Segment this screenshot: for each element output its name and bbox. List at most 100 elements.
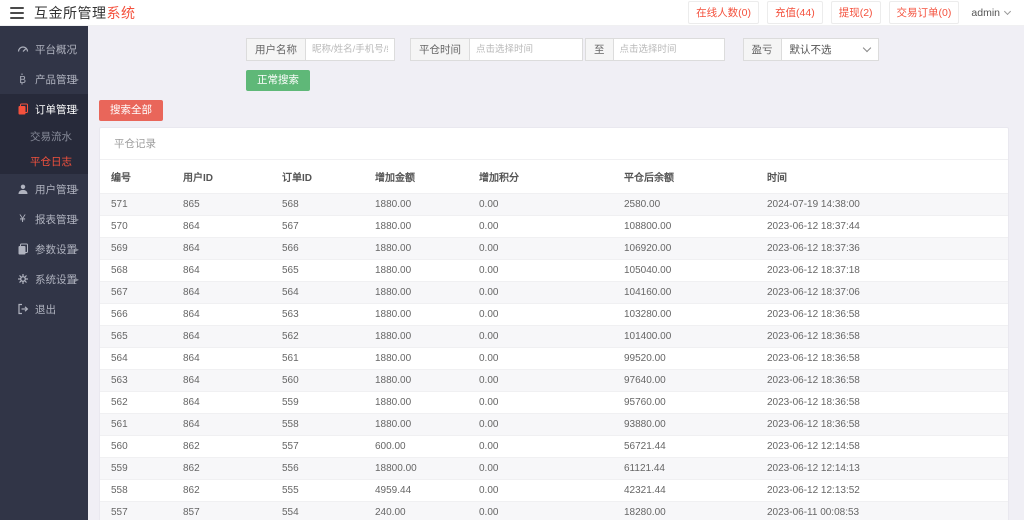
table-cell: 103280.00: [613, 303, 756, 326]
table-row: 567 864 564 1880.00 0.00 104160.00 2023-06-12 …: [100, 281, 1008, 304]
table-cell: 18280.00: [613, 501, 756, 520]
table-cell: 568: [100, 259, 172, 282]
sidebar-item-label: 报表管理: [35, 213, 77, 226]
table-cell: 558: [100, 479, 172, 502]
sidebar-item-order-management[interactable]: 订单管理 ▸: [0, 94, 88, 124]
table-cell: 857: [172, 501, 271, 520]
chevron-right-icon: ▸: [74, 74, 79, 84]
table-cell: 2023-06-12 18:36:58: [756, 391, 1008, 414]
table-cell: 568: [271, 193, 364, 216]
table-cell: 569: [100, 237, 172, 260]
table-cell: 1880.00: [364, 259, 468, 282]
order-management-submenu: 交易流水 平仓日志: [0, 124, 88, 174]
online-users-link[interactable]: 在线人数(0): [688, 1, 760, 24]
sidebar-item-label: 参数设置: [35, 243, 77, 256]
table-row: 566 864 563 1880.00 0.00 103280.00 2023-06-12 …: [100, 303, 1008, 326]
hamburger-menu-icon[interactable]: [10, 6, 24, 19]
yen-icon: ¥: [19, 212, 26, 225]
close-time-start-group: 平仓时间: [410, 38, 583, 61]
table-cell: 561: [100, 413, 172, 436]
table-cell: 570: [100, 215, 172, 238]
table-cell: 560: [100, 435, 172, 458]
sidebar-item-report-management[interactable]: ¥ 报表管理 ▸: [0, 204, 88, 234]
table-cell: 600.00: [364, 435, 468, 458]
table-cell: 2023-06-12 18:36:58: [756, 303, 1008, 326]
table-cell: 557: [271, 435, 364, 458]
sidebar-item-label: 退出: [35, 303, 56, 316]
table-cell: 101400.00: [613, 325, 756, 348]
close-log-table: 编号 用户ID 订单ID 增加金额 增加积分 平仓后余额 时间 571 865 568 1880.…: [100, 160, 1008, 520]
sidebar-subitem-trade-flow[interactable]: 交易流水: [0, 124, 88, 149]
table-cell: 108800.00: [613, 215, 756, 238]
table-row: 563 864 560 1880.00 0.00 97640.00 2023-06-12 1…: [100, 369, 1008, 392]
sidebar-item-user-management[interactable]: 用户管理 ▸: [0, 174, 88, 204]
table-cell: 1880.00: [364, 325, 468, 348]
table-cell: 0.00: [468, 391, 613, 414]
sidebar-item-parameter-settings[interactable]: 参数设置 ▸: [0, 234, 88, 264]
recharge-link[interactable]: 充值(44): [767, 1, 823, 24]
sidebar-item-platform-overview[interactable]: 平台概况: [0, 34, 88, 64]
sidebar-item-label: 平台概况: [35, 43, 77, 56]
svg-text:B: B: [19, 75, 26, 85]
table-row: 559 862 556 18800.00 0.00 61121.44 2023-06-12 …: [100, 457, 1008, 480]
table-cell: 0.00: [468, 215, 613, 238]
sidebar-item-product-management[interactable]: B 产品管理 ▸: [0, 64, 88, 94]
sidebar-item-label: 订单管理: [35, 103, 77, 116]
table-cell: 2023-06-12 18:37:06: [756, 281, 1008, 304]
table-cell: 567: [271, 215, 364, 238]
table-cell: 2023-06-12 18:36:58: [756, 325, 1008, 348]
table-cell: 1880.00: [364, 391, 468, 414]
table-cell: 558: [271, 413, 364, 436]
table-cell: 554: [271, 501, 364, 520]
table-row: 571 865 568 1880.00 0.00 2580.00 2024-07-19 14…: [100, 193, 1008, 216]
filter-row: 用户名称 平仓时间 至 盈亏 默认不选: [246, 38, 1024, 61]
column-header: 编号: [100, 160, 172, 194]
close-log-panel: 平仓记录 编号 用户ID 订单ID 增加金额 增加积分 平仓后余额 时间 571 865 568…: [99, 127, 1009, 520]
table-cell: 560: [271, 369, 364, 392]
table-cell: 561: [271, 347, 364, 370]
withdraw-link[interactable]: 提现(2): [830, 1, 881, 24]
close-time-label: 平仓时间: [410, 38, 469, 61]
admin-dropdown[interactable]: admin: [967, 7, 1014, 19]
normal-search-button[interactable]: 正常搜索: [246, 70, 310, 91]
logout-icon: [16, 303, 29, 315]
table-cell: 1880.00: [364, 237, 468, 260]
column-header: 订单ID: [271, 160, 364, 194]
table-cell: 4959.44: [364, 479, 468, 502]
table-cell: 864: [172, 413, 271, 436]
table-cell: 555: [271, 479, 364, 502]
table-cell: 2023-06-12 18:36:58: [756, 413, 1008, 436]
trade-orders-link[interactable]: 交易订单(0): [888, 1, 960, 24]
table-header: 编号 用户ID 订单ID 增加金额 增加积分 平仓后余额 时间: [100, 160, 1008, 194]
sidebar-subitem-label: 交易流水: [30, 131, 72, 143]
table-cell: 0.00: [468, 325, 613, 348]
profit-select[interactable]: 默认不选: [780, 38, 879, 61]
table-cell: 240.00: [364, 501, 468, 520]
app-title-main: 互金所管理: [34, 4, 107, 21]
close-time-start-input[interactable]: [469, 38, 583, 61]
app-title: 互金所管理系统: [34, 3, 136, 23]
app-title-accent: 系统: [106, 4, 136, 21]
profit-label: 盈亏: [742, 38, 781, 61]
table-row: 570 864 567 1880.00 0.00 108800.00 2023-06-12 …: [100, 215, 1008, 238]
sidebar-subitem-close-log[interactable]: 平仓日志: [0, 149, 88, 174]
sidebar-item-logout[interactable]: 退出: [0, 294, 88, 324]
chevron-right-icon: ▸: [74, 104, 79, 114]
close-time-end-input[interactable]: [612, 38, 725, 61]
search-all-button[interactable]: 搜索全部: [99, 100, 163, 121]
table-row: 568 864 565 1880.00 0.00 105040.00 2023-06-12 …: [100, 259, 1008, 282]
table-cell: 0.00: [468, 347, 613, 370]
column-header: 用户ID: [172, 160, 271, 194]
header-links: 在线人数(0) 充值(44) 提现(2) 交易订单(0) admin: [688, 1, 1014, 24]
chevron-right-icon: ▸: [74, 274, 79, 284]
table-row: 558 862 555 4959.44 0.00 42321.44 2023-06-12 1…: [100, 479, 1008, 502]
table-cell: 1880.00: [364, 413, 468, 436]
sidebar-item-system-settings[interactable]: 系统设置 ▸: [0, 264, 88, 294]
table-cell: 563: [271, 303, 364, 326]
table-cell: 1880.00: [364, 369, 468, 392]
table-cell: 864: [172, 215, 271, 238]
username-input[interactable]: [305, 38, 395, 61]
profit-filter-group: 盈亏 默认不选: [742, 38, 879, 61]
filter-area: 用户名称 平仓时间 至 盈亏 默认不选 正常搜索: [88, 26, 1024, 91]
column-header: 增加金额: [364, 160, 468, 194]
